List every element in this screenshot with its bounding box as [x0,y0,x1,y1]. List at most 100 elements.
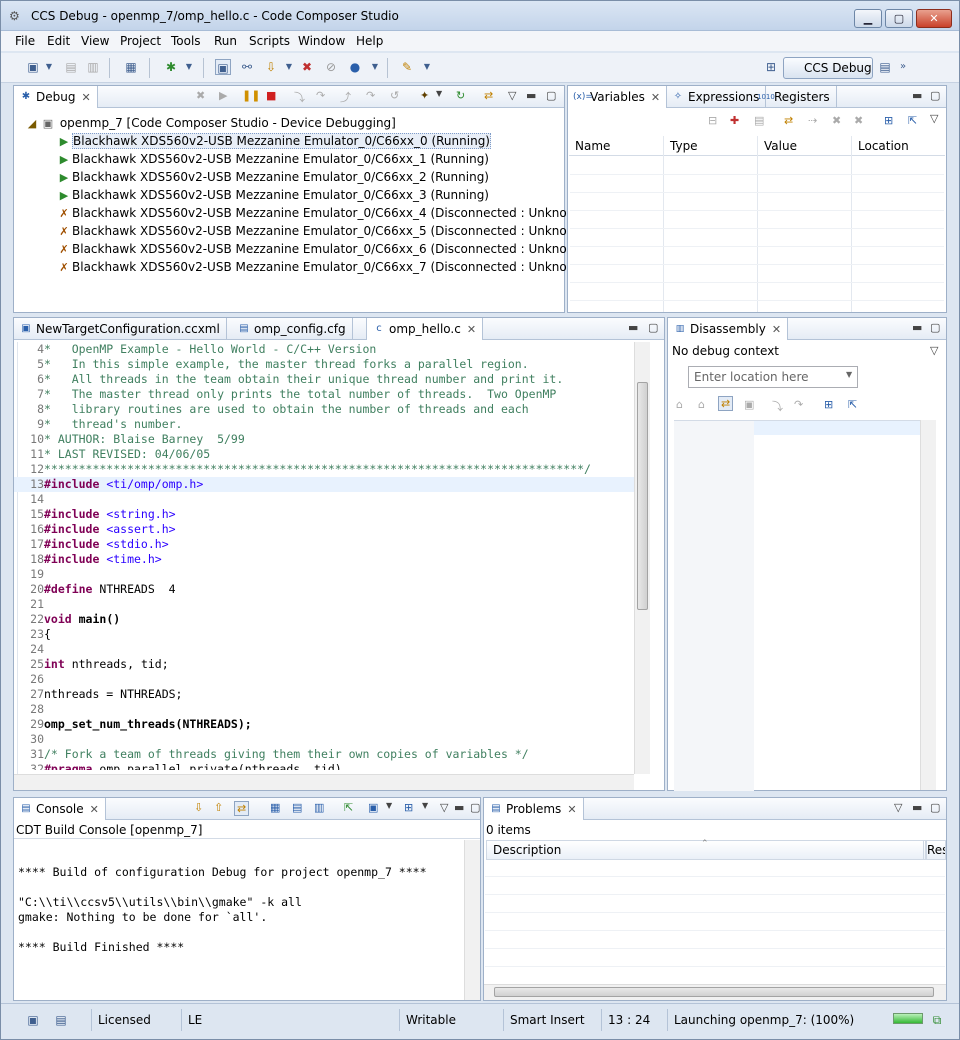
remove-icon[interactable]: ✖ [832,114,841,127]
maximize-view-icon[interactable]: ▢ [930,89,940,102]
code-line[interactable]: 4* OpenMP Example - Hello World - C/C++ … [14,342,634,357]
close-tab-icon[interactable]: ✕ [81,91,90,104]
close-button[interactable]: ✕ [916,9,952,28]
code-line[interactable]: 6* All threads in the team obtain their … [14,372,634,387]
tab-omp-hello[interactable]: c omp_hello.c ✕ [366,318,484,340]
editor-vscroll[interactable] [634,342,650,774]
code-line[interactable]: 30 [14,732,634,747]
code-line[interactable]: 31/* Fork a team of threads giving them … [14,747,634,762]
close-tab-icon[interactable]: ✕ [90,803,99,816]
sync-icon[interactable]: ⇄ [484,89,493,102]
tab-disassembly[interactable]: ▥ Disassembly ✕ [668,318,789,340]
code-line[interactable]: 7* The master thread only prints the tot… [14,387,634,402]
more-perspectives-icon[interactable]: » [895,59,911,75]
remove-all-icon[interactable]: ✖ [854,114,863,127]
col-name[interactable]: Name [575,139,610,153]
code-line[interactable]: 32#pragma omp parallel private(nthreads,… [14,762,634,770]
view-menu-icon[interactable]: ▽ [930,344,938,357]
wand-dropdown-icon[interactable]: ▼ [419,59,435,75]
suspend-icon[interactable]: ❚❚ [242,89,260,102]
open-perspective-icon[interactable]: ⊞ [763,59,779,75]
reset-dropdown-icon[interactable]: ▼ [436,89,442,98]
new-dropdown-icon[interactable]: ▼ [41,59,57,75]
home-icon[interactable]: ⌂ [676,398,683,411]
tree-core[interactable]: ✗ Blackhawk XDS560v2-USB Mezzanine Emulat… [24,222,588,240]
disassembly-listing[interactable] [674,420,920,791]
minimize-view-icon[interactable]: ▬ [526,89,536,102]
minimize-view-icon[interactable]: ▬ [454,801,464,814]
code-line[interactable]: 12**************************************… [14,462,634,477]
display-console-icon[interactable]: ▣ [368,801,378,814]
clear-console-icon[interactable]: ▤ [292,801,302,814]
code-line[interactable]: 21 [14,597,634,612]
asm-step-over-icon[interactable]: ↺ [390,89,399,102]
step-return-icon[interactable]: ⤴ [340,89,351,105]
tab-console[interactable]: ▤ Console ✕ [14,798,106,820]
tree-core[interactable]: ✗ Blackhawk XDS560v2-USB Mezzanine Emulat… [24,240,588,258]
code-line[interactable]: 15#include <string.h> [14,507,634,522]
show-source-icon[interactable]: ▣ [744,398,754,411]
ccs-debug-perspective-button[interactable]: CCS Debug [783,57,873,79]
minimize-view-icon[interactable]: ▬ [912,89,922,102]
tab-debug[interactable]: ✱ Debug ✕ [14,86,98,108]
code-line[interactable]: 17#include <stdio.h> [14,537,634,552]
open-dropdown-icon[interactable]: ▼ [422,801,428,810]
debug-dropdown-icon[interactable]: ▼ [181,59,197,75]
pin-icon[interactable]: ⇱ [908,114,917,127]
open-console-icon[interactable]: ⊞ [404,801,413,814]
close-tab-icon[interactable]: ✕ [567,803,576,816]
ccs-edit-perspective-icon[interactable]: ▤ [877,59,893,75]
menu-help[interactable]: Help [356,34,383,48]
refresh-icon[interactable]: ⇄ [784,114,793,127]
code-line[interactable]: 11* LAST REVISED: 04/06/05 [14,447,634,462]
step-into-icon[interactable]: ⤵ [294,89,305,105]
menu-file[interactable]: File [15,34,35,48]
maximize-view-icon[interactable]: ▢ [546,89,556,102]
editor-scroll-thumb[interactable] [637,382,648,610]
tree-core[interactable]: ▶ Blackhawk XDS560v2-USB Mezzanine Emulat… [24,132,589,150]
code-line[interactable]: 26 [14,672,634,687]
code-line[interactable]: 23{ [14,627,634,642]
close-tab-icon[interactable]: ✕ [651,91,660,104]
code-line[interactable]: 13#include <ti/omp/omp.h> [14,477,634,492]
tree-core[interactable]: ✗ Blackhawk XDS560v2-USB Mezzanine Emulat… [24,204,588,222]
tab-variables[interactable]: (x)= Variables ✕ [568,86,668,108]
scroll-down-icon[interactable]: ⇩ [194,801,203,814]
terminate-icon[interactable]: ■ [266,89,276,102]
save-all-icon[interactable]: ▥ [85,59,101,75]
restart-icon[interactable]: ↻ [456,89,465,102]
asm-step-into-icon[interactable]: ↷ [366,89,375,102]
properties-icon[interactable]: ▦ [123,59,139,75]
fast-view-icon[interactable]: ▣ [25,1012,41,1028]
col-type[interactable]: Type [670,139,698,153]
tree-core[interactable]: ▶ Blackhawk XDS560v2-USB Mezzanine Emulat… [24,168,589,186]
console-output[interactable]: **** Build of configuration Debug for pr… [18,850,427,955]
code-editor[interactable]: 4* OpenMP Example - Hello World - C/C++ … [14,342,634,770]
view-menu-icon[interactable]: ▽ [894,801,902,814]
tree-core[interactable]: ▶ Blackhawk XDS560v2-USB Mezzanine Emulat… [24,186,589,204]
code-line[interactable]: 8* library routines are used to obtain t… [14,402,634,417]
menu-view[interactable]: View [81,34,109,48]
code-line[interactable]: 14 [14,492,634,507]
menu-tools[interactable]: Tools [171,34,201,48]
tab-registers[interactable]: 1010 Registers [752,86,837,108]
restore-icon[interactable]: ⇢ [808,114,817,127]
maximize-view-icon[interactable]: ▢ [470,801,480,814]
close-tab-icon[interactable]: ✕ [772,323,781,336]
step-over-icon[interactable]: ↷ [794,398,803,411]
collapse-all-icon[interactable]: ⊟ [708,114,717,127]
menu-window[interactable]: Window [298,34,345,48]
menu-run[interactable]: Run [214,34,237,48]
copy-build-log-icon[interactable]: ▦ [270,801,280,814]
scroll-lock-icon[interactable]: ⇄ [234,801,250,816]
disassembly-vscroll[interactable] [920,420,936,790]
tree-core[interactable]: ✗ Blackhawk XDS560v2-USB Mezzanine Emulat… [24,258,588,276]
location-input[interactable]: Enter location here [688,366,858,388]
goto-pc-icon[interactable]: ⌂ [698,398,705,411]
editor-hscroll[interactable] [14,774,634,790]
pin-icon[interactable]: ⇱ [848,398,857,411]
wand-icon[interactable]: ✎ [399,59,415,75]
menu-project[interactable]: Project [120,34,161,48]
console-vscroll[interactable] [464,840,480,1000]
load-program-icon[interactable]: ⇩ [263,59,279,75]
